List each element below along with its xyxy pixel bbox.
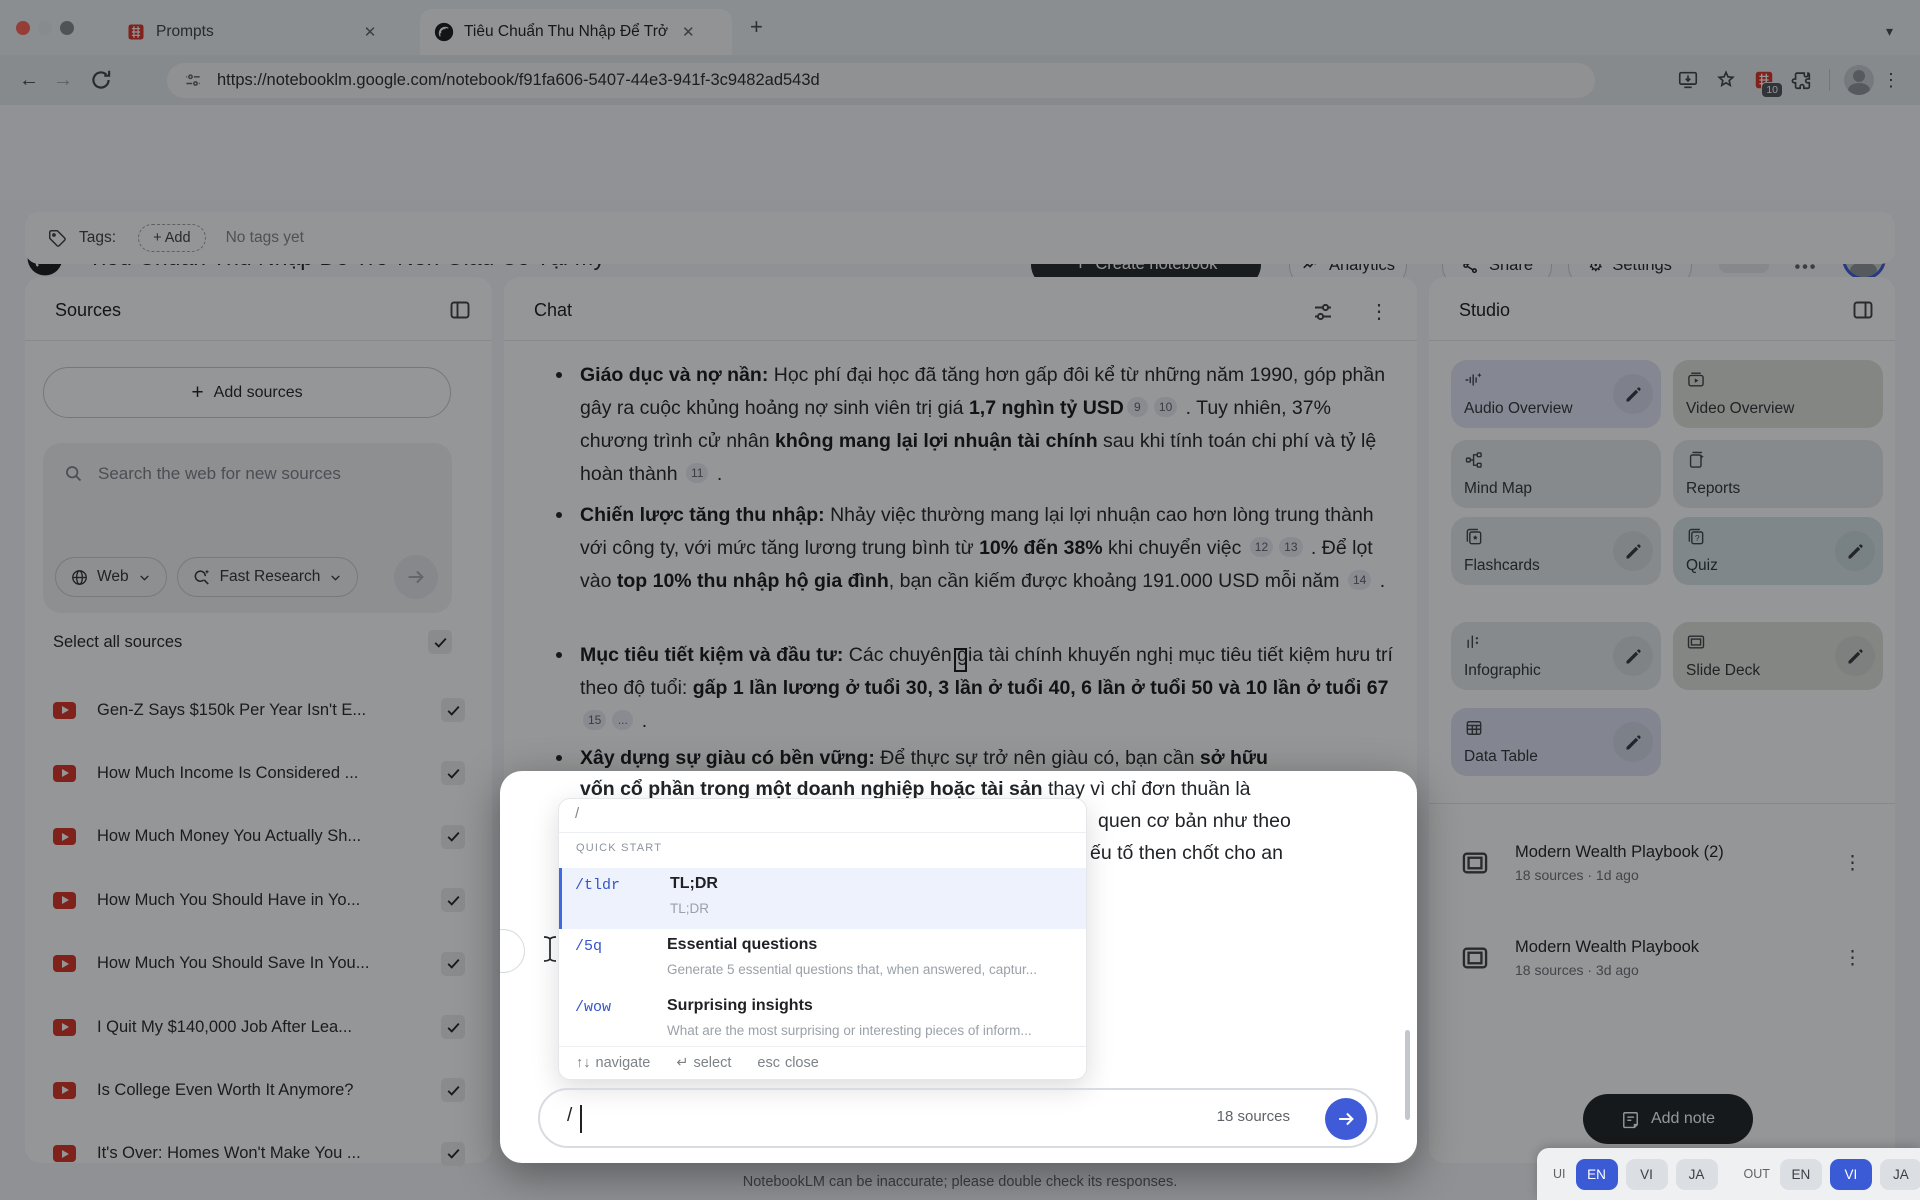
command-title: Surprising insights (667, 997, 813, 1015)
chat-input[interactable]: / 18 sources (538, 1088, 1378, 1148)
command-description: What are the most surprising or interest… (667, 1023, 1067, 1038)
chat-text-fragment: ếu tố then chốt cho an (1090, 842, 1283, 865)
lang-chip-vi[interactable]: VI (1626, 1159, 1668, 1190)
lang-chip-en[interactable]: EN (1576, 1159, 1618, 1190)
palette-item-wow[interactable]: /wow Surprising insights What are the most… (559, 990, 1086, 1051)
palette-hint: ↑↓navigate (576, 1055, 650, 1071)
send-button[interactable] (1325, 1098, 1367, 1140)
command-description: TL;DR (670, 901, 1070, 916)
palette-footer-hints: ↑↓navigate ↵select escclose (559, 1046, 1086, 1079)
command-text: /tldr (575, 877, 620, 894)
command-title: Essential questions (667, 936, 817, 954)
palette-section-label: QUICK START (576, 842, 662, 854)
lang-chip-ja[interactable]: JA (1880, 1159, 1920, 1190)
palette-hint: escclose (757, 1055, 818, 1071)
lang-chip-en[interactable]: EN (1780, 1159, 1822, 1190)
palette-query: / (575, 805, 579, 822)
command-text: /wow (575, 999, 611, 1016)
screen: Prompts ✕ Tiêu Chuẩn Thu Nhập Để Trở ✕ +… (0, 0, 1920, 1200)
sources-count-label: 18 sources (1217, 1108, 1290, 1125)
ui-label: UI (1553, 1167, 1566, 1181)
slash-command-palette: / QUICK START /tldr TL;DR TL;DR/5q Essentia… (558, 798, 1087, 1080)
chat-text-fragment: quen cơ bản như theo (1098, 810, 1291, 833)
out-label: OUT (1744, 1167, 1770, 1181)
ibeam-cursor (542, 935, 558, 963)
scroll-to-bottom-button[interactable] (500, 929, 525, 973)
command-palette-dialog: vốn cổ phần trong một doanh nghiệp hoặc … (500, 771, 1417, 1163)
lang-chip-vi[interactable]: VI (1830, 1159, 1872, 1190)
palette-hint: ↵select (676, 1055, 731, 1071)
command-description: Generate 5 essential questions that, whe… (667, 962, 1067, 977)
command-text: /5q (575, 938, 602, 955)
lang-chip-ja[interactable]: JA (1676, 1159, 1718, 1190)
palette-item-tldr[interactable]: /tldr TL;DR TL;DR (559, 868, 1086, 929)
language-toggle-bar: UI ENVIJA OUT ENVIJA ⚙ (1537, 1148, 1920, 1200)
input-caret (580, 1105, 582, 1133)
command-title: TL;DR (670, 875, 718, 893)
palette-item-5q[interactable]: /5q Essential questions Generate 5 essenti… (559, 929, 1086, 990)
chat-input-value: / (567, 1105, 572, 1127)
chat-scrollbar-thumb[interactable] (1405, 1030, 1410, 1120)
